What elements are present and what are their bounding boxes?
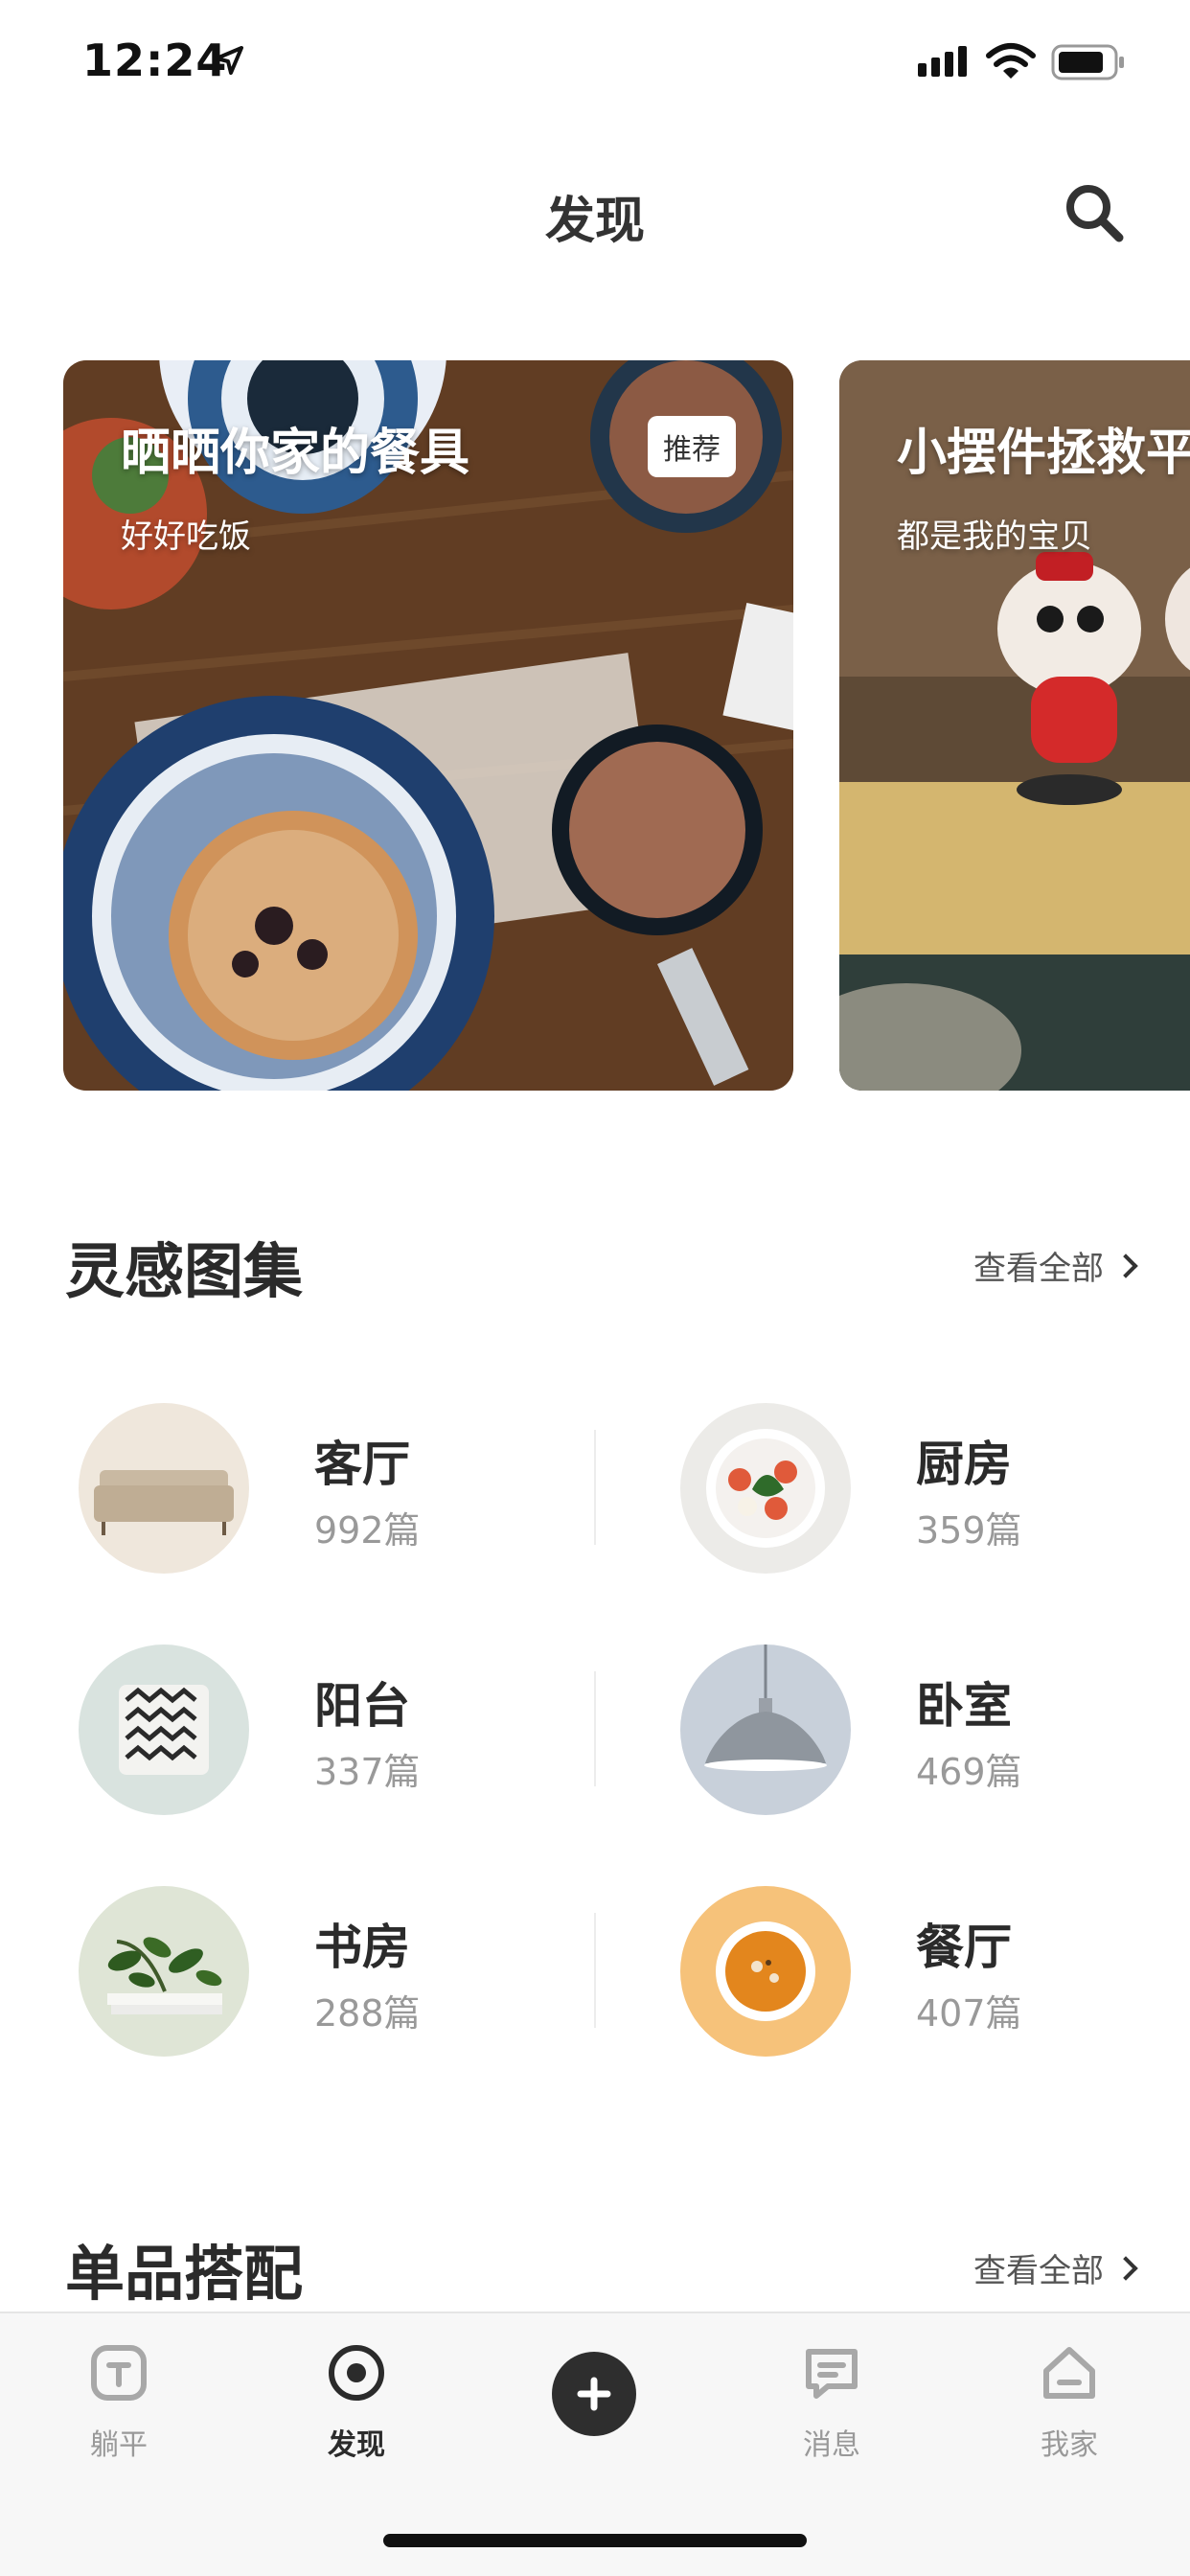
status-bar: 12:24 <box>0 0 1190 126</box>
inspiration-view-all[interactable]: 查看全部 <box>973 1242 1138 1289</box>
tab-label: 消息 <box>803 2428 860 2462</box>
plant-books-thumbnail <box>79 1886 249 2057</box>
status-time: 12:24 <box>82 34 228 86</box>
home-indicator <box>383 2534 807 2547</box>
plus-icon <box>577 2377 611 2411</box>
tangping-icon <box>91 2345 147 2401</box>
banner-subtitle: 都是我的宝贝 <box>897 518 1092 556</box>
inspiration-item-name: 客厅 <box>314 1437 410 1492</box>
inspiration-item-name: 阳台 <box>314 1678 410 1734</box>
banner-carousel[interactable]: 晒晒你家的餐具 好好吃饭 推荐 小摆件拯救平 都是我的宝贝 <box>0 360 1190 1091</box>
inspiration-item-name: 餐厅 <box>916 1920 1012 1975</box>
banner-subtitle: 好好吃饭 <box>121 518 251 556</box>
inspiration-item-count: 288篇 <box>314 1992 421 2035</box>
message-icon <box>806 2349 858 2399</box>
inspiration-item-balcony[interactable]: 阳台 337篇 <box>63 1622 600 1815</box>
products-view-all[interactable]: 查看全部 <box>973 2244 1138 2291</box>
tab-discover[interactable]: 发现 <box>280 2342 433 2463</box>
inspiration-item-count: 337篇 <box>314 1751 421 1793</box>
inspiration-item-dining-room[interactable]: 餐厅 407篇 <box>665 1863 1190 2057</box>
view-all-label: 查看全部 <box>973 2252 1104 2290</box>
salad-plate-thumbnail <box>680 1403 851 1574</box>
search-icon[interactable] <box>1060 178 1129 247</box>
discover-icon <box>329 2345 384 2401</box>
tab-tangping[interactable]: 躺平 <box>42 2342 195 2463</box>
view-all-label: 查看全部 <box>973 1250 1104 1288</box>
location-arrow-icon <box>215 46 243 75</box>
tab-label: 发现 <box>328 2428 385 2462</box>
column-divider <box>594 1913 596 2028</box>
soup-bowl-thumbnail <box>680 1886 851 2057</box>
inspiration-item-name: 卧室 <box>916 1678 1012 1734</box>
tab-my-home[interactable]: 我家 <box>993 2342 1146 2463</box>
pendant-lamp-thumbnail <box>680 1644 851 1815</box>
cellular-signal-icon <box>918 46 967 77</box>
recommend-badge: 推荐 <box>648 416 736 477</box>
home-icon <box>1043 2347 1095 2399</box>
tab-label: 我家 <box>1041 2428 1098 2462</box>
inspiration-item-kitchen[interactable]: 厨房 359篇 <box>665 1380 1190 1574</box>
wifi-icon <box>986 43 1036 79</box>
sofa-thumbnail <box>79 1403 249 1574</box>
banner-title: 小摆件拯救平 <box>897 425 1190 482</box>
battery-icon <box>1051 44 1124 80</box>
chevron-right-icon <box>1113 2255 1138 2281</box>
column-divider <box>594 1430 596 1545</box>
inspiration-item-count: 407篇 <box>916 1992 1022 2035</box>
inspiration-item-living-room[interactable]: 客厅 992篇 <box>63 1380 600 1574</box>
inspiration-grid: 客厅 992篇 厨房 359篇 阳台 337篇 卧室 469篇 书房 288篇 … <box>0 1380 1190 2128</box>
column-divider <box>594 1671 596 1786</box>
inspiration-item-count: 992篇 <box>314 1509 421 1552</box>
tab-label: 躺平 <box>90 2428 148 2462</box>
inspiration-item-name: 厨房 <box>916 1437 1012 1492</box>
page-title: 发现 <box>544 193 645 250</box>
inspiration-section-title: 灵感图集 <box>65 1236 304 1306</box>
inspiration-item-study[interactable]: 书房 288篇 <box>63 1863 600 2057</box>
products-section-title: 单品搭配 <box>65 2239 304 2309</box>
chevron-right-icon <box>1113 1253 1138 1278</box>
add-button[interactable] <box>552 2352 636 2436</box>
tab-messages[interactable]: 消息 <box>755 2342 908 2463</box>
banner-card[interactable]: 晒晒你家的餐具 好好吃饭 推荐 <box>63 360 793 1091</box>
inspiration-item-bedroom[interactable]: 卧室 469篇 <box>665 1622 1190 1815</box>
pillow-thumbnail <box>79 1644 249 1815</box>
inspiration-item-name: 书房 <box>314 1920 410 1975</box>
inspiration-item-count: 359篇 <box>916 1509 1022 1552</box>
inspiration-item-count: 469篇 <box>916 1751 1022 1793</box>
banner-card[interactable]: 小摆件拯救平 都是我的宝贝 <box>839 360 1190 1091</box>
banner-title: 晒晒你家的餐具 <box>121 425 470 482</box>
